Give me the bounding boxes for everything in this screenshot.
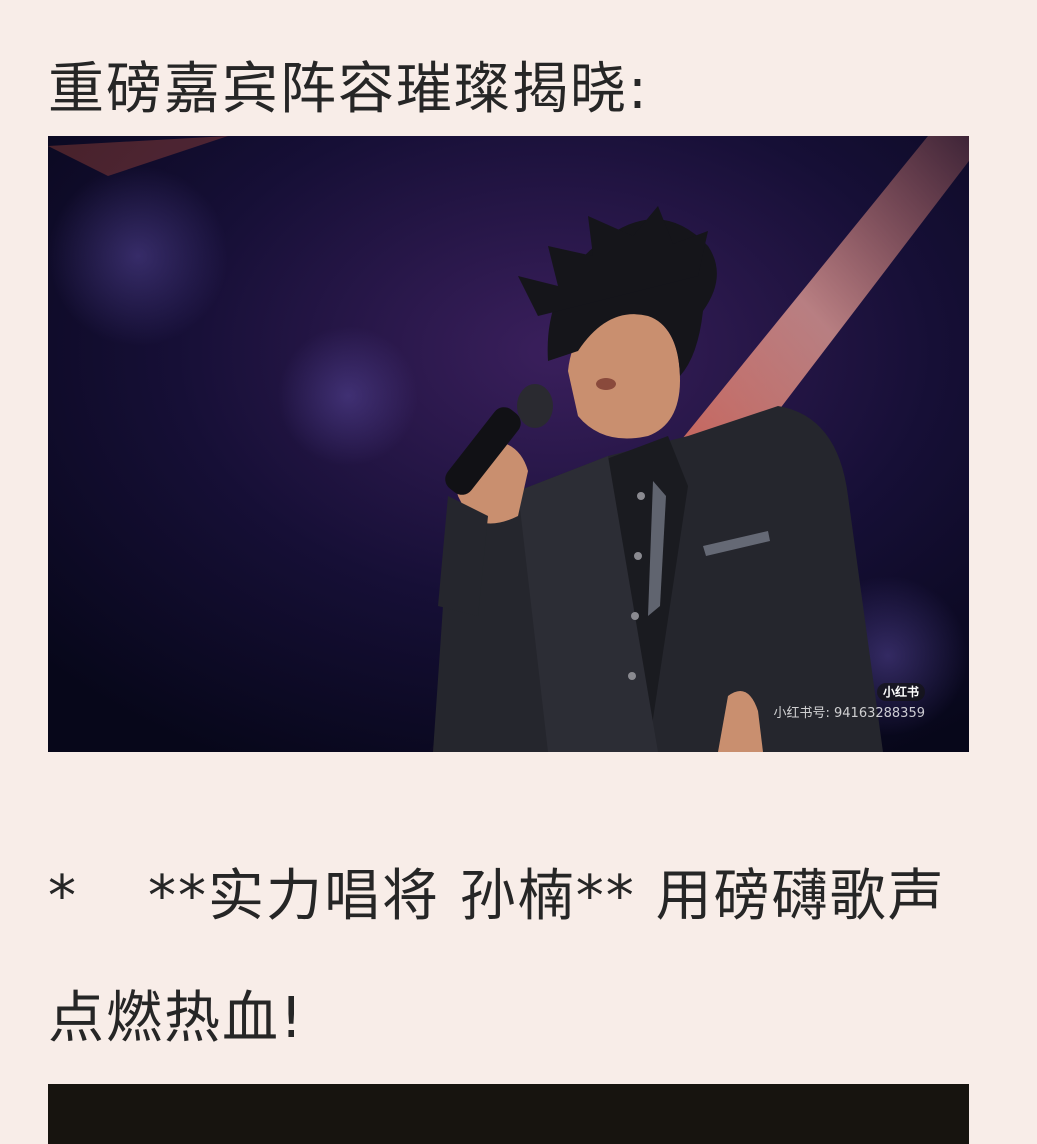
article-content: 重磅嘉宾阵容璀璨揭晓: 小红书 小红书号: 94163288359 * **实力… <box>48 0 969 1144</box>
bullet-marker: * <box>48 864 78 929</box>
bullet-paragraph: * **实力唱将 孙楠** 用磅礴歌声点燃热血! <box>48 752 969 1080</box>
singer-photo-illustration <box>48 136 969 752</box>
watermark-id: 小红书号: 94163288359 <box>773 706 926 721</box>
watermark-badge: 小红书 <box>876 683 925 701</box>
section-heading: 重磅嘉宾阵容璀璨揭晓: <box>48 57 649 122</box>
paragraph-text: **实力唱将 孙楠** 用磅礴歌声点燃热血! <box>48 864 946 1051</box>
second-photo[interactable] <box>48 1084 969 1144</box>
singer-photo[interactable]: 小红书 小红书号: 94163288359 <box>48 136 969 752</box>
